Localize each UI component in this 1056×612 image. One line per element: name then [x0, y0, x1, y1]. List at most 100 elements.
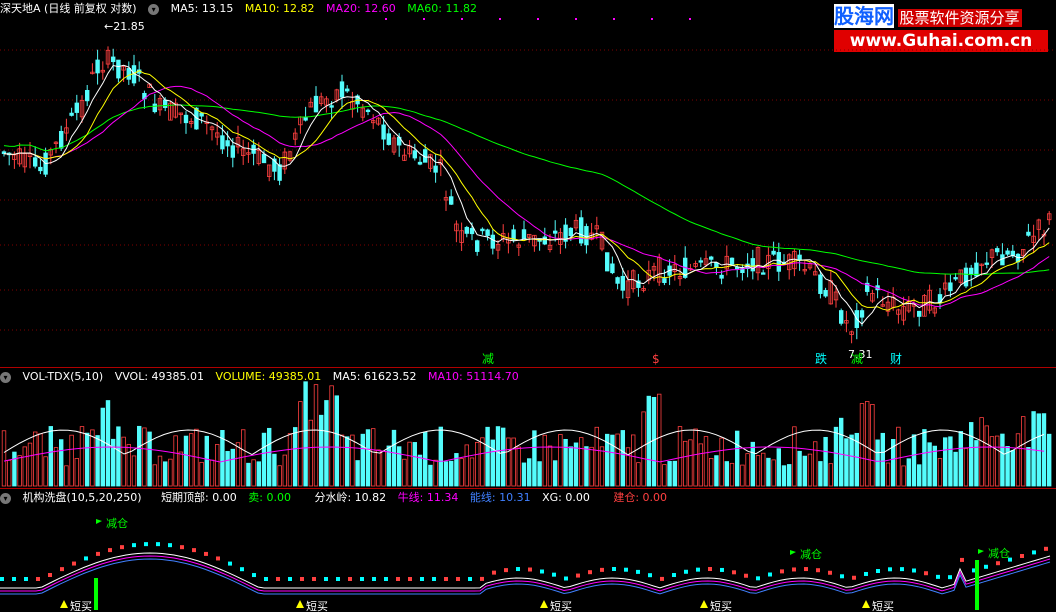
volume-bar	[209, 459, 215, 487]
indicator-settings-icon[interactable]: ▾	[0, 492, 11, 504]
volume-bar	[433, 459, 438, 487]
indicator-block	[144, 542, 148, 547]
ma20-line	[3, 85, 1050, 308]
volume-bar	[568, 446, 573, 487]
volume-bar	[329, 385, 334, 487]
energy-line-value: 能线: 10.31	[469, 491, 531, 504]
indicator-block	[300, 577, 304, 581]
volume-bar	[48, 426, 53, 487]
volume-bar	[787, 464, 792, 487]
volume-bar	[38, 433, 43, 487]
volume-bar	[266, 427, 272, 487]
volume-bar	[1, 430, 7, 487]
candle-body	[953, 277, 958, 280]
volume-bar	[573, 442, 579, 487]
volume-bar	[448, 460, 454, 487]
high-price-label: ←21.85	[104, 20, 145, 33]
volume-bar	[735, 430, 740, 487]
volume-bar	[792, 426, 797, 487]
indicator-block	[324, 577, 328, 581]
volume-bar	[261, 432, 267, 487]
volume-bar	[370, 428, 376, 487]
volume-bar	[256, 461, 261, 487]
volume-bar	[69, 434, 74, 487]
vol-ma10-line	[3, 446, 1045, 463]
indicator-block	[960, 557, 964, 562]
marker-dot	[423, 18, 425, 20]
volume-bar	[677, 426, 683, 487]
indicator-block	[336, 577, 340, 581]
vvol-value: VVOL: 49385.01	[114, 370, 205, 383]
volume-bar	[116, 426, 121, 487]
volume-bar	[412, 442, 417, 487]
candle-body	[386, 133, 391, 145]
volume-bar	[995, 435, 1000, 487]
volume-bar	[532, 430, 537, 487]
indicator-name[interactable]: 机构洗盘(10,5,20,250)	[23, 491, 142, 504]
indicator-block	[1020, 554, 1024, 558]
indicator-block	[612, 567, 616, 572]
marker-dot	[385, 18, 387, 20]
candle-body	[111, 56, 116, 63]
volume-bar	[729, 462, 735, 487]
ma10-line	[3, 70, 1050, 311]
volume-bar	[303, 381, 308, 487]
indicator-block	[576, 573, 580, 578]
volume-bar	[1031, 411, 1036, 487]
volume-bar	[646, 395, 651, 487]
candle-body	[339, 81, 345, 98]
candle-body	[917, 310, 922, 317]
volume-bar	[235, 442, 241, 487]
flag-icon	[978, 549, 984, 554]
indicator-block	[672, 573, 676, 578]
volume-bar	[7, 460, 12, 487]
candle-body	[417, 161, 423, 165]
short-buy-label: 短买	[872, 599, 894, 612]
candle-body	[776, 252, 781, 272]
indicator-block	[420, 577, 424, 581]
volume-bar	[547, 445, 553, 487]
volume-bar	[740, 464, 745, 487]
indicator-block	[768, 572, 772, 577]
volume-bar	[12, 451, 17, 487]
indicator-block	[996, 561, 1000, 566]
candle-body	[220, 135, 225, 150]
indicator-block	[84, 556, 88, 561]
candle-body	[568, 227, 573, 237]
candle-body	[620, 275, 625, 291]
indicator-block	[876, 569, 880, 574]
indicator-block	[492, 570, 496, 575]
volume-settings-icon[interactable]: ▾	[0, 371, 11, 383]
volume-bar	[937, 458, 943, 487]
volume-bar	[631, 434, 636, 487]
volume-bar	[807, 453, 813, 487]
volume-bar	[818, 461, 823, 487]
volume-bar	[1010, 450, 1015, 487]
vol-indicator-name[interactable]: VOL-TDX(5,10)	[23, 370, 104, 383]
volume-bar	[59, 439, 64, 487]
candle-body	[162, 99, 168, 108]
volume-bar	[131, 455, 137, 487]
volume-bar	[199, 461, 204, 487]
reduce-signal-label: 减仓	[988, 546, 1010, 560]
volume-bar	[474, 442, 480, 487]
volume-bar	[438, 426, 443, 487]
indicator-block	[528, 567, 532, 572]
xg-value: XG: 0.00	[542, 491, 590, 504]
marker-dot	[575, 18, 577, 20]
indicator-block	[0, 577, 4, 581]
indicator-block	[372, 577, 376, 581]
indicator-block	[948, 575, 952, 580]
indicator-block	[408, 577, 412, 581]
candle-body	[448, 196, 454, 205]
volume-bar	[121, 436, 126, 487]
volume-bar	[724, 461, 729, 487]
candle-body	[69, 112, 74, 116]
indicator-block	[804, 567, 808, 572]
candle-body	[469, 228, 475, 235]
price-candlestick-chart[interactable]: ←21.857.31减 $ 跌减财减仓减仓 减仓短买 短买 短买 短买 短买	[0, 0, 1056, 612]
candle-body	[412, 150, 417, 159]
volume-bar	[287, 433, 293, 487]
indicator-block	[132, 543, 136, 548]
indicator-block	[24, 577, 28, 581]
